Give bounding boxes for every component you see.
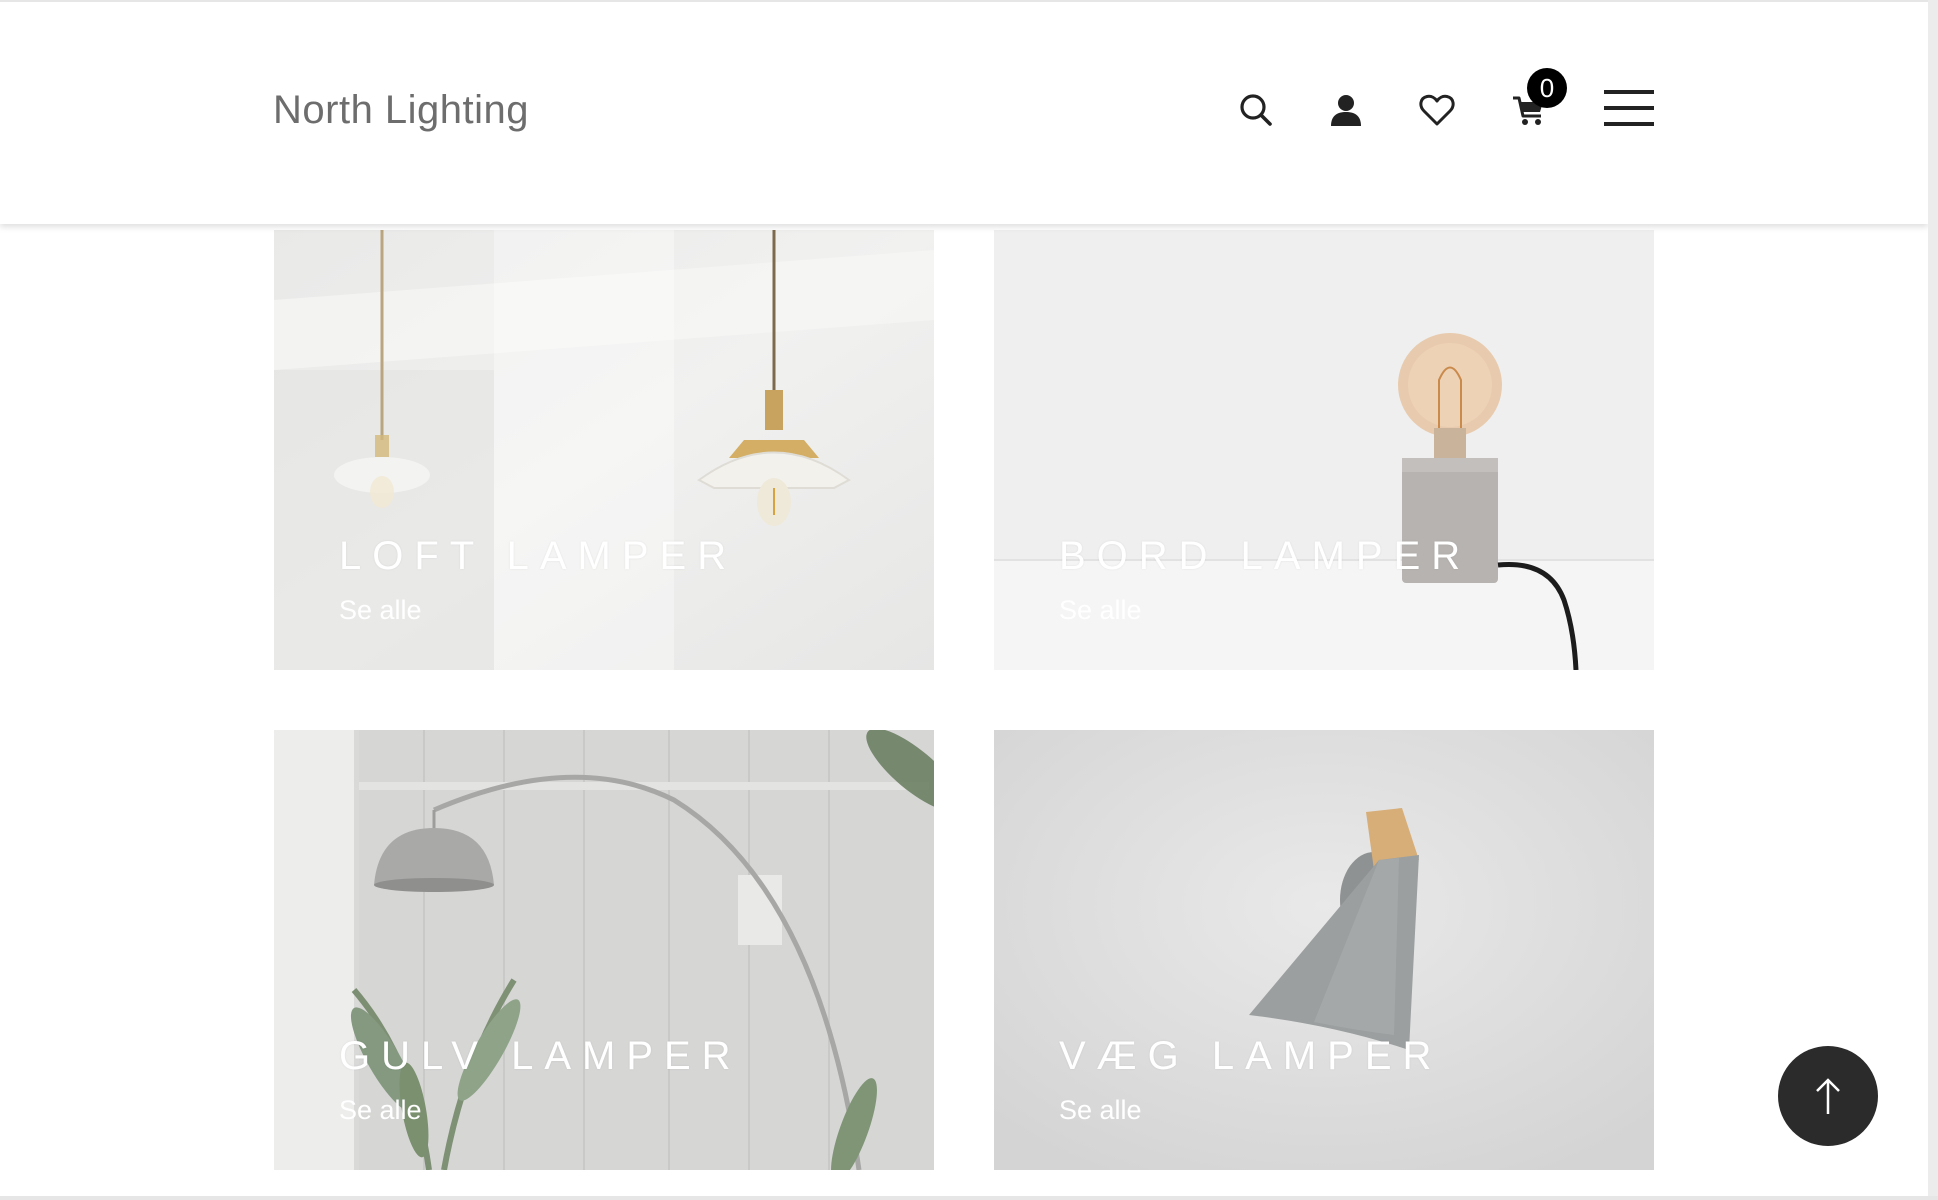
see-all-link[interactable]: Se alle	[339, 595, 422, 626]
account-icon	[1331, 95, 1361, 126]
search-icon	[1240, 94, 1272, 126]
see-all-link[interactable]: Se alle	[1059, 1095, 1142, 1126]
category-title: LOFT LAMPER	[339, 534, 738, 578]
category-tile-floor[interactable]: GULV LAMPER Se alle	[274, 730, 934, 1170]
category-title: BORD LAMPER	[1059, 534, 1472, 578]
page: North Lighting 0 LOFT LAMPER Se alle BOR…	[0, 0, 1938, 1200]
category-tile-loft[interactable]: LOFT LAMPER Se alle	[274, 230, 934, 670]
cart-count-badge: 0	[1527, 68, 1567, 108]
wishlist-button[interactable]	[1417, 90, 1457, 130]
category-tile-wall[interactable]: VÆG LAMPER Se alle	[994, 730, 1654, 1170]
category-title: VÆG LAMPER	[1059, 1034, 1443, 1078]
category-tile-table[interactable]: BORD LAMPER Se alle	[994, 230, 1654, 670]
see-all-link[interactable]: Se alle	[339, 1095, 422, 1126]
arrow-up-icon	[1816, 1078, 1840, 1114]
account-button[interactable]	[1326, 90, 1366, 130]
scroll-to-top-button[interactable]	[1778, 1046, 1878, 1146]
page-edge	[1928, 0, 1938, 1200]
menu-button[interactable]	[1604, 88, 1654, 128]
search-button[interactable]	[1236, 90, 1276, 130]
see-all-link[interactable]: Se alle	[1059, 595, 1142, 626]
category-title: GULV LAMPER	[339, 1034, 742, 1078]
page-edge-bottom	[0, 1196, 1938, 1200]
browser-viewport: North Lighting 0 LOFT LAMPER Se alle BOR…	[0, 0, 1928, 1196]
menu-icon	[1604, 90, 1654, 94]
heart-icon	[1419, 94, 1455, 126]
site-header: North Lighting 0	[0, 0, 1928, 224]
brand-logo[interactable]: North Lighting	[273, 88, 529, 133]
